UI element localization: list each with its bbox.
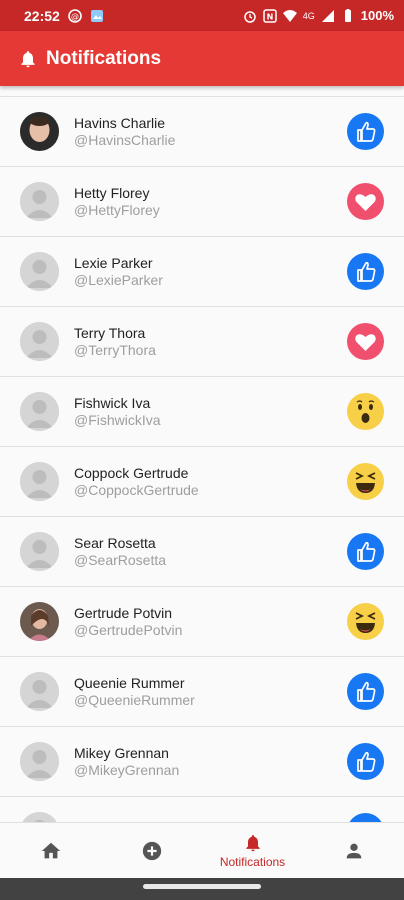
- bottom-navigation: Notifications: [0, 822, 404, 878]
- user-handle: @LexieParker: [74, 271, 163, 288]
- list-item[interactable]: Lexie Parker @LexieParker: [0, 236, 404, 306]
- alarm-icon: [243, 10, 256, 23]
- add-circle-icon: [142, 841, 161, 860]
- status-bar: 22:52 @ N 4G 100%: [0, 0, 404, 31]
- person-icon: [346, 843, 361, 858]
- like-reaction-icon: [347, 113, 384, 150]
- bell-icon: [21, 50, 35, 67]
- avatar: [20, 672, 59, 711]
- user-name: Fishwick Iva: [74, 394, 151, 411]
- user-name: Gertrude Potvin: [74, 604, 173, 621]
- wifi-icon: [282, 9, 297, 22]
- list-item[interactable]: Sear Rosetta @SearRosetta: [0, 516, 404, 586]
- user-name: Lexie Parker: [74, 254, 153, 271]
- user-name: Terry Thora: [74, 324, 146, 341]
- user-handle: @SearRosetta: [74, 551, 167, 568]
- list-item[interactable]: Gertrude Potvin @GertrudePotvin: [0, 586, 404, 656]
- user-name: Sear Rosetta: [74, 534, 156, 551]
- like-reaction-icon: [347, 673, 384, 710]
- svg-text:N: N: [266, 12, 273, 21]
- nav-notifications[interactable]: Notifications: [202, 823, 303, 878]
- app-bar: Notifications: [0, 31, 404, 86]
- nav-profile[interactable]: [303, 823, 404, 878]
- list-item[interactable]: Terry Thora @TerryThora: [0, 306, 404, 376]
- user-name: Queenie Rummer: [74, 674, 185, 691]
- love-reaction-icon: [347, 323, 384, 360]
- battery-level: 100%: [360, 8, 394, 23]
- like-reaction-icon: [347, 813, 384, 822]
- battery-icon: [344, 8, 351, 22]
- list-item[interactable]: Coppock Gertrude @CoppockGertrude: [0, 446, 404, 516]
- nav-home[interactable]: [0, 823, 101, 878]
- user-handle: @TerryThora: [74, 341, 156, 358]
- wow-reaction-icon: [347, 393, 384, 430]
- notification-list[interactable]: Havins Charlie @HavinsCharlie Hetty Flor…: [0, 86, 404, 822]
- list-item[interactable]: [0, 796, 404, 822]
- like-reaction-icon: [347, 533, 384, 570]
- app-notification-icon: @: [68, 8, 82, 23]
- avatar: [20, 742, 59, 781]
- list-item[interactable]: Mikey Grennan @MikeyGrennan: [0, 726, 404, 796]
- user-name: Mikey Grennan: [74, 744, 169, 761]
- network-type: 4G: [302, 10, 315, 21]
- bell-icon: [245, 834, 260, 851]
- home-icon: [41, 842, 60, 858]
- like-reaction-icon: [347, 743, 384, 780]
- nav-add[interactable]: [101, 823, 202, 878]
- user-name: Havins Charlie: [74, 114, 166, 131]
- list-item[interactable]: Fishwick Iva @FishwickIva: [0, 376, 404, 446]
- user-name: Coppock Gertrude: [74, 464, 189, 481]
- avatar: [20, 532, 59, 571]
- haha-reaction-icon: [347, 603, 384, 640]
- avatar: [20, 462, 59, 501]
- system-navigation-bar: [0, 878, 404, 900]
- list-item[interactable]: Queenie Rummer @QueenieRummer: [0, 656, 404, 726]
- avatar: [20, 112, 59, 151]
- gesture-handle[interactable]: [143, 884, 261, 889]
- list-item[interactable]: Havins Charlie @HavinsCharlie: [0, 96, 404, 166]
- haha-reaction-icon: [347, 463, 384, 500]
- image-notification-icon: [90, 9, 103, 22]
- user-name: Hetty Florey: [74, 184, 150, 201]
- page-title: Notifications: [46, 47, 162, 69]
- list-item[interactable]: Hetty Florey @HettyFlorey: [0, 166, 404, 236]
- user-handle: @MikeyGrennan: [74, 761, 180, 778]
- love-reaction-icon: [347, 183, 384, 220]
- user-handle: @FishwickIva: [74, 411, 161, 428]
- avatar: [20, 812, 59, 822]
- user-handle: @HettyFlorey: [74, 201, 160, 218]
- svg-text:@: @: [71, 12, 79, 21]
- user-handle: @GertrudePotvin: [74, 621, 183, 638]
- avatar: [20, 252, 59, 291]
- avatar: [20, 182, 59, 221]
- user-handle: @QueenieRummer: [74, 691, 195, 708]
- nfc-icon: N: [262, 8, 277, 23]
- status-time: 22:52: [24, 7, 60, 24]
- signal-icon: [321, 9, 334, 22]
- avatar: [20, 392, 59, 431]
- nav-notifications-label: Notifications: [219, 854, 286, 869]
- like-reaction-icon: [347, 253, 384, 290]
- user-handle: @HavinsCharlie: [74, 131, 176, 148]
- user-handle: @CoppockGertrude: [74, 481, 199, 498]
- avatar: [20, 322, 59, 361]
- avatar: [20, 602, 59, 641]
